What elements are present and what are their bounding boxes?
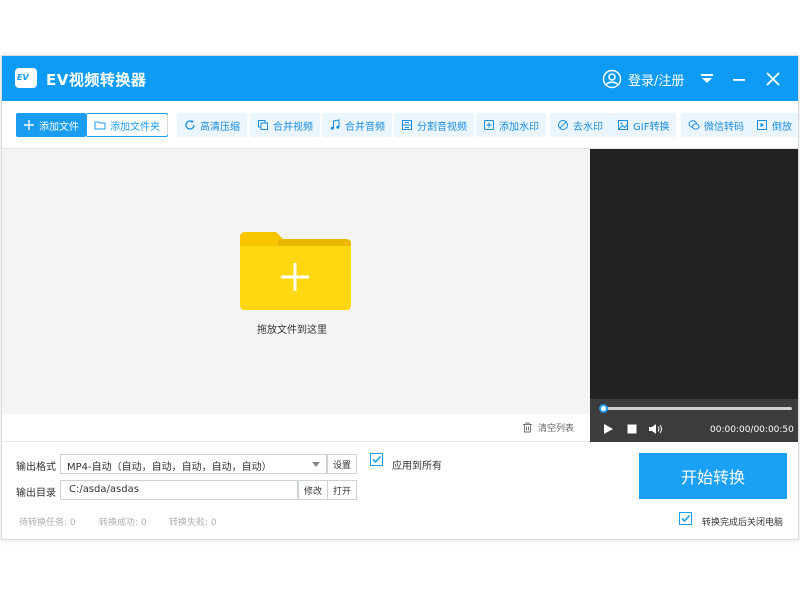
tool-merge-video-button[interactable]: 合并视频: [250, 113, 320, 137]
user-icon: [602, 69, 622, 89]
watermark-icon: [484, 120, 494, 130]
output-format-select[interactable]: MP4-自动（自动，自动，自动，自动，自动）: [60, 454, 327, 474]
player-controls: 00:00:00/00:00:50: [590, 399, 798, 442]
file-drop-zone[interactable]: 拖放文件到这里: [2, 149, 590, 414]
tool-remove-watermark-button[interactable]: 去水印: [550, 113, 610, 137]
add-folder-label: 添加文件夹: [110, 121, 160, 133]
folder-icon: [94, 121, 106, 130]
tool-hd-compress-button[interactable]: 高清压缩: [177, 113, 247, 137]
tool-merge-audio-button[interactable]: 合并音频: [322, 113, 392, 137]
menu-chevron-icon: [701, 74, 713, 83]
add-file-label: 添加文件: [39, 121, 79, 133]
login-button[interactable]: 登录/注册: [602, 68, 684, 90]
check-icon: [681, 514, 691, 523]
tool-label: 分割音视频: [417, 121, 467, 133]
trash-icon: [523, 422, 532, 433]
login-label: 登录/注册: [628, 73, 685, 89]
success-count: 转换成功: 0: [99, 518, 147, 528]
tool-label: GIF转换: [633, 121, 670, 133]
output-format-label: 输出格式: [16, 462, 56, 473]
volume-icon[interactable]: [648, 423, 664, 435]
start-convert-button[interactable]: 开始转换: [639, 453, 787, 499]
chevron-down-icon: [312, 462, 320, 467]
minimize-button[interactable]: [728, 68, 750, 90]
plus-icon: [24, 120, 34, 130]
refresh-icon: [185, 119, 195, 130]
output-dir-label: 输出目录: [16, 488, 56, 499]
close-icon: [766, 72, 780, 86]
open-dir-button[interactable]: 打开: [327, 480, 357, 500]
list-footer: 清空列表: [2, 414, 590, 442]
stop-icon[interactable]: [626, 423, 638, 435]
app-logo-icon: EV: [15, 68, 37, 88]
app-window: EV EV视频转换器 登录/注册 添加文件 添加文件夹 高清压缩 合并视频 合并…: [1, 55, 799, 540]
clear-list-button[interactable]: 清空列表: [522, 421, 574, 434]
tool-label: 合并音频: [345, 121, 385, 133]
reverse-play-icon: [757, 120, 767, 130]
wechat-icon: [688, 120, 700, 130]
title-bar: EV EV视频转换器 登录/注册: [2, 56, 798, 101]
tool-reverse-button[interactable]: 倒放: [749, 113, 798, 137]
add-folder-icon[interactable]: [238, 231, 352, 311]
tool-gif-button[interactable]: GIF转换: [610, 113, 677, 137]
add-folder-button[interactable]: 添加文件夹: [86, 113, 168, 137]
shutdown-after-label: 转换完成后关闭电脑: [702, 518, 784, 528]
split-icon: [402, 120, 412, 130]
shutdown-after-checkbox[interactable]: [679, 512, 692, 525]
app-logo-text: EV: [17, 73, 29, 82]
remove-watermark-icon: [558, 120, 568, 130]
settings-button[interactable]: 设置: [327, 454, 357, 474]
apply-all-checkbox[interactable]: [370, 453, 383, 466]
minimize-icon: [733, 79, 745, 81]
drop-hint-label: 拖放文件到这里: [257, 325, 327, 336]
output-format-value: MP4-自动（自动，自动，自动，自动，自动）: [67, 462, 272, 473]
tool-wechat-button[interactable]: 微信转码: [681, 113, 751, 137]
tool-label: 添加水印: [499, 121, 539, 133]
pending-count: 待转换任务: 0: [19, 518, 76, 528]
tool-label: 倒放: [772, 121, 792, 133]
tool-label: 合并视频: [273, 121, 313, 133]
copy-icon: [258, 120, 268, 130]
failed-count: 转换失败: 0: [169, 518, 217, 528]
video-preview: 00:00:00/00:00:50: [590, 149, 798, 442]
gif-icon: [618, 120, 628, 130]
tool-add-watermark-button[interactable]: 添加水印: [476, 113, 546, 137]
apply-all-label: 应用到所有: [392, 461, 442, 472]
tool-label: 高清压缩: [200, 121, 240, 133]
tool-split-button[interactable]: 分割音视频: [394, 113, 474, 137]
seek-handle[interactable]: [599, 404, 608, 413]
music-note-icon: [330, 119, 340, 130]
app-title: EV视频转换器: [46, 71, 147, 89]
add-file-button[interactable]: 添加文件: [16, 113, 86, 137]
output-settings: 输出格式 MP4-自动（自动，自动，自动，自动，自动） 设置 应用到所有 输出目…: [2, 442, 798, 539]
seek-bar[interactable]: [602, 407, 792, 410]
close-button[interactable]: [762, 68, 784, 90]
play-icon[interactable]: [602, 423, 614, 435]
playback-time: 00:00:00/00:00:50: [710, 425, 794, 435]
output-dir-field[interactable]: C:/asda/asdas: [60, 480, 298, 500]
tool-label: 微信转码: [704, 121, 744, 133]
dropdown-menu-button[interactable]: [696, 68, 718, 90]
tool-label: 去水印: [573, 121, 603, 133]
modify-dir-button[interactable]: 修改: [298, 480, 328, 500]
clear-list-label: 清空列表: [538, 424, 575, 434]
toolbar-divider: [167, 115, 168, 135]
check-icon: [372, 455, 382, 464]
toolbar: 添加文件 添加文件夹 高清压缩 合并视频 合并音频 分割音视频 添加水印 去水印…: [2, 101, 798, 149]
